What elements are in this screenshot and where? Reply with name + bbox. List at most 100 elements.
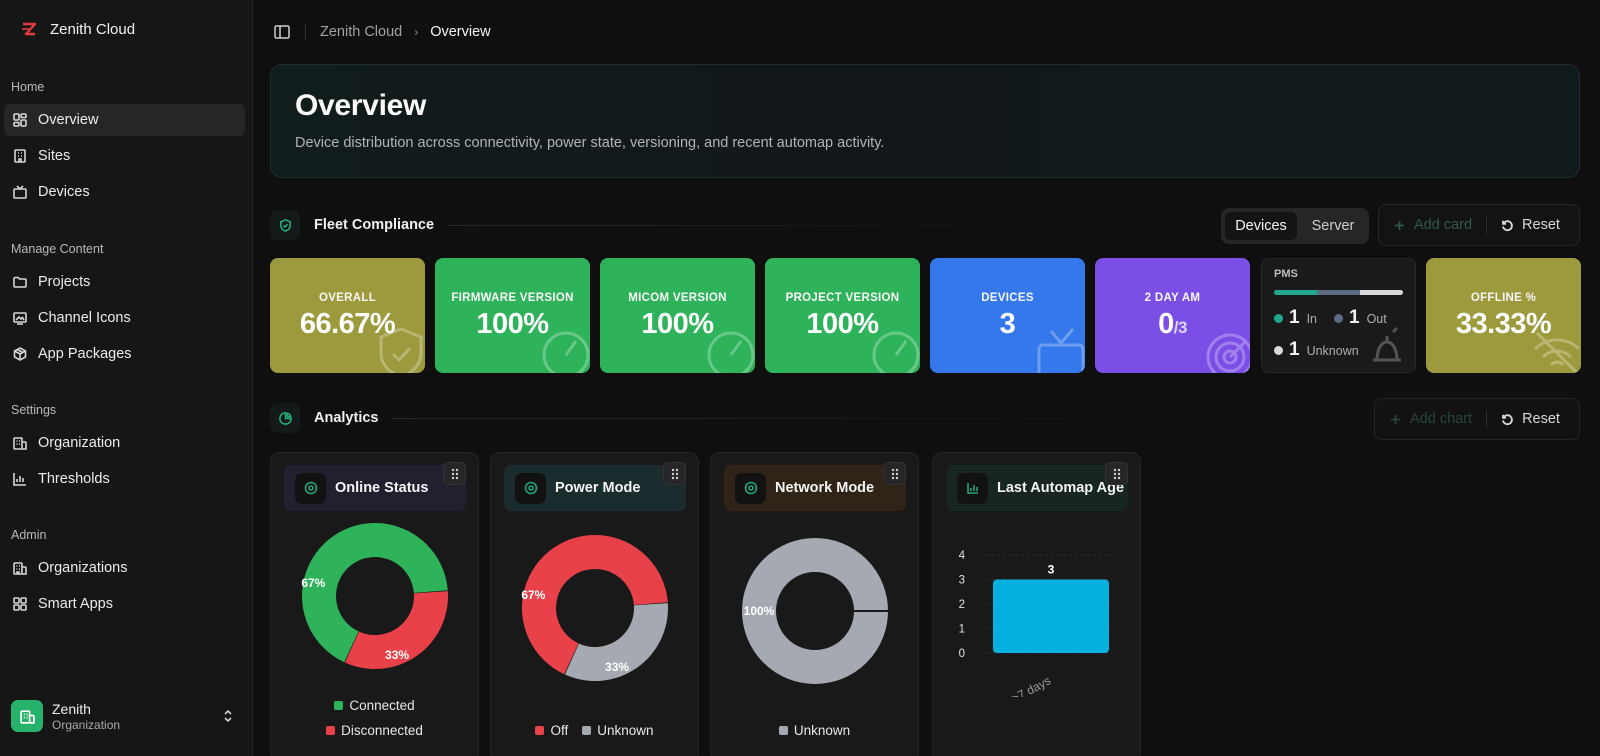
section-label-manage-content: Manage Content [11,242,104,256]
breadcrumb-current: Overview [430,24,491,40]
tv-icon [13,185,27,199]
legend-item[interactable]: Unknown [778,723,850,738]
plus-icon [1391,414,1400,424]
shield-check-icon [371,323,425,373]
kpi-micom-version[interactable]: MICOM VERSION 100% [600,258,755,373]
chart-card-last-automap-age: Last Automap Age 0 1 2 3 4 3 >7 days [932,452,1141,756]
kpi-devices[interactable]: DEVICES 3 [930,258,1085,373]
page-description: Device distribution across connectivity,… [295,135,885,151]
kpi-label: FIRMWARE VERSION [451,292,574,304]
donut-chart: 100% [742,538,888,684]
tv-icon [1031,323,1085,373]
kpi-overall[interactable]: OVERALL 66.67% [270,258,425,373]
sidebar: Zenith Cloud Home Overview Sites Devices… [0,0,253,756]
toggle-server[interactable]: Server [1301,212,1365,240]
pie-chart-icon [270,403,300,433]
building-icon [19,709,35,724]
kpi-2-day-am[interactable]: 2 DAY AM 0/3 [1095,258,1250,373]
sidebar-item-organizations[interactable]: Organizations [4,552,245,584]
sidebar-item-organization[interactable]: Organization [4,427,245,459]
chart-title: Power Mode [555,480,641,496]
gauge-icon [536,323,590,373]
kpi-label: OFFLINE % [1470,292,1537,304]
y-tick-label: 1 [959,624,965,636]
chart-title: Online Status [335,480,429,496]
reset-cards-button[interactable]: Reset [1487,205,1574,245]
brand-name: Zenith Cloud [50,20,136,38]
zenith-logo-icon [22,22,37,36]
pms-bar-segment [1359,290,1403,295]
add-chart-button[interactable]: Add chart [1375,399,1486,439]
chart-header: Network Mode [724,465,906,511]
radar-icon [1196,323,1250,373]
kpi-pms[interactable]: PMS 1 In 1 Out 1 Unknown [1261,258,1416,373]
reset-charts-button[interactable]: Reset [1487,399,1574,439]
chart-header: Last Automap Age [946,465,1128,511]
add-card-button[interactable]: Add card [1379,205,1486,245]
section-label-settings: Settings [11,403,57,417]
toolbar-divider [305,23,306,41]
org-name: Zenith [52,700,91,717]
pms-stat-unknown: 1 Unknown [1274,339,1359,361]
sidebar-item-projects[interactable]: Projects [4,266,245,298]
kpi-offline-percent[interactable]: OFFLINE % 33.33% [1426,258,1581,373]
legend-item[interactable]: Disconnected [326,723,423,738]
kpi-firmware-version[interactable]: FIRMWARE VERSION 100% [435,258,590,373]
kpi-label: PROJECT VERSION [785,292,900,304]
bar-value-label: 3 [1048,563,1055,577]
kpi-label: 2 DAY AM [1144,292,1201,304]
sidebar-item-devices[interactable]: Devices [4,176,245,208]
chart-card-online-status: Online Status 67% 33% Connected Disconnec… [270,452,479,756]
chart-legend: Disconnected [271,723,478,738]
legend-item[interactable]: Unknown [582,723,654,738]
legend-dot [1334,314,1343,323]
analytics-toolbar: Add chart Reset [1374,398,1580,440]
toggle-devices[interactable]: Devices [1225,212,1297,240]
buildings-icon [13,562,27,575]
drag-handle-icon[interactable] [883,462,906,485]
bar[interactable] [993,579,1109,654]
sidebar-item-channel-icons[interactable]: Channel Icons [4,302,245,334]
brand[interactable]: Zenith Cloud [20,20,135,38]
legend-item[interactable]: Off [535,723,568,738]
donut-chart: 67% 33% [521,535,668,681]
org-switcher[interactable]: Zenith Organization [11,698,243,734]
sidebar-item-sites[interactable]: Sites [4,140,245,172]
sidebar-item-smart-apps[interactable]: Smart Apps [4,588,245,620]
sidebar-item-label: Organization [38,435,121,451]
bar-chart-icon [13,473,26,486]
drag-handle-icon[interactable] [1105,462,1128,485]
pms-bar-segment [1316,290,1360,295]
reset-cards-label: Reset [1522,217,1560,233]
sidebar-item-label: Thresholds [38,471,110,487]
chart-legend: Unknown [711,723,918,738]
sidebar-item-thresholds[interactable]: Thresholds [4,463,245,495]
building-icon [13,437,27,450]
reset-charts-label: Reset [1522,411,1560,427]
sidebar-item-label: App Packages [38,346,132,362]
gauge-icon [866,323,920,373]
org-subtitle: Organization [52,717,121,732]
chart-legend: Off Unknown [491,723,698,738]
donut-chart: 67% 33% [301,523,448,669]
fleet-compliance-header: Fleet Compliance [270,210,1049,240]
y-tick-label: 2 [959,599,965,611]
page-title: Overview [295,89,427,122]
legend-dot [1274,346,1283,355]
bar-chart: 0 1 2 3 4 3 >7 days [959,550,1117,697]
section-label-home: Home [11,80,45,94]
sidebar-toggle-icon[interactable] [273,23,291,41]
drag-handle-icon[interactable] [443,462,466,485]
legend-item[interactable]: Connected [334,698,415,713]
sidebar-item-overview[interactable]: Overview [4,104,245,136]
shield-check-icon [270,210,300,240]
drag-handle-icon[interactable] [663,462,686,485]
kpi-project-version[interactable]: PROJECT VERSION 100% [765,258,920,373]
slice-label: 33% [605,660,629,674]
slice-label: 100% [744,604,775,618]
y-tick-label: 0 [959,648,965,660]
breadcrumb-root[interactable]: Zenith Cloud [320,24,402,40]
sidebar-item-app-packages[interactable]: App Packages [4,338,245,370]
folder-icon [13,276,27,288]
wifi-off-icon [1527,323,1581,373]
